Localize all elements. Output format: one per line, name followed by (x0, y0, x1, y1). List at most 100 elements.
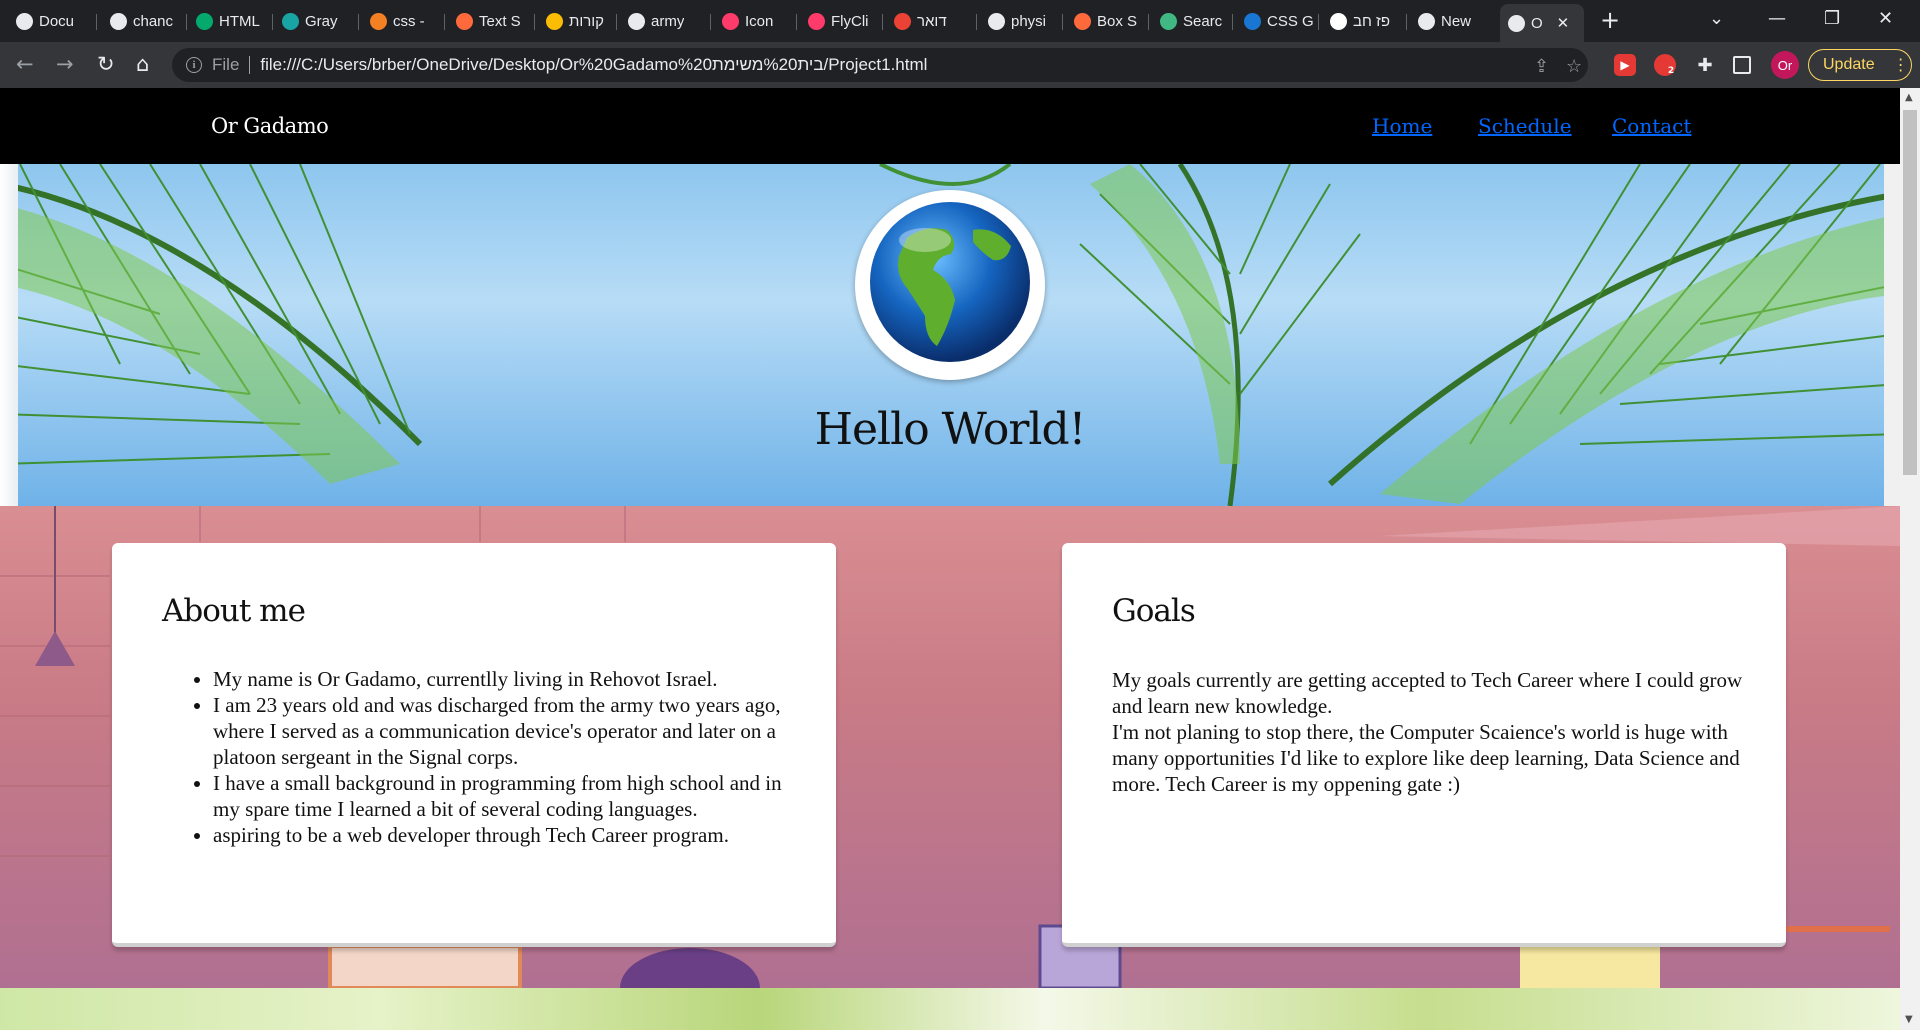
browser-tab[interactable]: Icon (714, 6, 794, 36)
box-icon (1074, 12, 1091, 30)
stackoverflow-icon (370, 12, 387, 30)
browser-tab[interactable]: Searc (1152, 6, 1230, 36)
tab-separator (1318, 14, 1319, 30)
doc-icon (282, 12, 299, 30)
drive-icon (546, 12, 563, 30)
browser-tab[interactable]: קורות (538, 6, 614, 36)
browser-tab-label: physi (1011, 12, 1047, 30)
globe-logo (855, 190, 1045, 380)
hero-title: Hello World! (814, 404, 1087, 455)
site-navbar: Or Gadamo Home Schedule Contact (0, 88, 1900, 164)
browser-tab-label: CSS G (1267, 12, 1314, 30)
browser-tab[interactable]: FlyCli (800, 6, 880, 36)
browser-tab-label: army (651, 12, 685, 30)
nav-link-contact[interactable]: Contact (1612, 114, 1691, 138)
browser-tab[interactable]: army (620, 6, 708, 36)
scroll-thumb[interactable] (1903, 110, 1917, 475)
chrome-icon (16, 12, 33, 30)
scroll-down-icon[interactable]: ▼ (1905, 1014, 1913, 1025)
browser-tab[interactable]: Docu (8, 6, 94, 36)
tab-separator (710, 14, 711, 30)
tab-strip: Docu chanc HTML Gray css - Text S קורות army Ic… (0, 0, 1920, 42)
hero-section: Hello World! (0, 164, 1900, 506)
tab-separator (1062, 14, 1063, 30)
gmail-icon (894, 12, 911, 30)
browser-tab[interactable]: Text S (448, 6, 532, 36)
side-panel-icon[interactable] (1733, 56, 1751, 74)
address-divider (249, 56, 251, 74)
about-title: About me (162, 593, 306, 629)
reload-icon[interactable]: ↻ (97, 52, 115, 76)
tab-separator (976, 14, 977, 30)
close-tab-icon[interactable]: ✕ (1557, 14, 1570, 32)
page-viewport: Or Gadamo Home Schedule Contact Hello Wo… (0, 88, 1900, 1030)
bookmark-star-icon[interactable]: ☆ (1566, 56, 1582, 77)
leaves-footer-strip (0, 988, 1900, 1030)
about-item: I have a small background in programming… (213, 770, 793, 822)
lamp-icon (35, 631, 75, 666)
tab-separator (882, 14, 883, 30)
tab-separator (534, 14, 535, 30)
restore-icon[interactable]: ❐ (1824, 8, 1840, 29)
site-info-icon[interactable]: i (186, 57, 202, 73)
goals-text: My goals currently are getting accepted … (1112, 667, 1752, 797)
page-scrollbar[interactable]: ▲ ▼ (1900, 88, 1920, 1030)
goals-line-2: I'm not planing to stop there, the Compu… (1112, 720, 1740, 796)
about-item: I am 23 years old and was discharged fro… (213, 692, 793, 770)
tab-separator (96, 14, 97, 30)
back-icon[interactable]: ← (16, 52, 34, 76)
profile-avatar[interactable]: Or (1771, 51, 1799, 79)
content-band: About me My name is Or Gadamo, currentll… (0, 506, 1900, 988)
flycricket-icon (808, 12, 825, 30)
extensions-puzzle-icon[interactable]: ✚ (1694, 54, 1716, 76)
w3schools-icon (196, 12, 213, 30)
browser-tab[interactable]: css - (362, 6, 442, 36)
browser-tab[interactable]: HTML (188, 6, 270, 36)
home-icon[interactable]: ⌂ (136, 52, 149, 76)
extension-rec-icon[interactable]: ▶ (1614, 54, 1636, 76)
browser-tab-label: HTML (219, 12, 260, 30)
update-label: Update (1823, 56, 1875, 73)
browser-tab[interactable]: Box S (1066, 6, 1146, 36)
forward-icon[interactable]: → (56, 52, 74, 76)
address-url[interactable]: file:///C:/Users/brber/OneDrive/Desktop/… (260, 55, 927, 75)
update-button[interactable]: Update ⋮ (1808, 49, 1912, 81)
about-item: aspiring to be a web developer through T… (213, 822, 793, 848)
browser-tab[interactable]: פז חב (1322, 6, 1404, 36)
tab-separator (796, 14, 797, 30)
tab-separator (444, 14, 445, 30)
scroll-up-icon[interactable]: ▲ (1905, 92, 1913, 103)
browser-tab-label: Docu (39, 12, 75, 30)
new-tab-icon[interactable]: + (1600, 6, 1620, 34)
google-icon (628, 12, 645, 30)
browser-tab-label: Box S (1097, 12, 1138, 30)
about-card: About me My name is Or Gadamo, currentll… (112, 543, 836, 947)
browser-tab[interactable]: New (1410, 6, 1494, 36)
browser-tab-label: קורות (569, 12, 605, 30)
browser-tab[interactable]: Gray (274, 6, 356, 36)
flycricket-icon (722, 12, 739, 30)
browser-tab[interactable]: O ✕ (1500, 4, 1584, 42)
box-icon (456, 12, 473, 30)
minimize-icon[interactable]: — (1768, 8, 1786, 29)
browser-tab-label: פז חב (1353, 12, 1391, 30)
browser-tab[interactable]: דואר (886, 6, 974, 36)
browser-tab[interactable]: chanc (102, 6, 184, 36)
nav-link-home[interactable]: Home (1372, 114, 1432, 138)
tab-separator (358, 14, 359, 30)
share-icon[interactable]: ⇪ (1534, 56, 1549, 77)
browser-tab-label: Icon (745, 12, 774, 30)
nav-link-schedule[interactable]: Schedule (1478, 114, 1572, 138)
more-menu-icon[interactable]: ⋮ (1893, 55, 1909, 75)
tab-search-icon[interactable]: ⌄ (1709, 8, 1724, 29)
site-brand[interactable]: Or Gadamo (211, 114, 329, 138)
address-bar[interactable]: i File file:///C:/Users/brber/OneDrive/D… (172, 48, 1588, 82)
browser-tab[interactable]: CSS G (1236, 6, 1316, 36)
browser-toolbar: ← → ↻ ⌂ i File file:///C:/Users/brber/On… (0, 42, 1920, 88)
goals-line-1: My goals currently are getting accepted … (1112, 668, 1743, 718)
close-window-icon[interactable]: ✕ (1878, 8, 1893, 29)
browser-tab[interactable]: physi (980, 6, 1060, 36)
about-list: My name is Or Gadamo, currentlly living … (213, 666, 793, 848)
about-item: My name is Or Gadamo, currentlly living … (213, 666, 793, 692)
extension-shield-icon[interactable]: 2 (1654, 54, 1676, 76)
